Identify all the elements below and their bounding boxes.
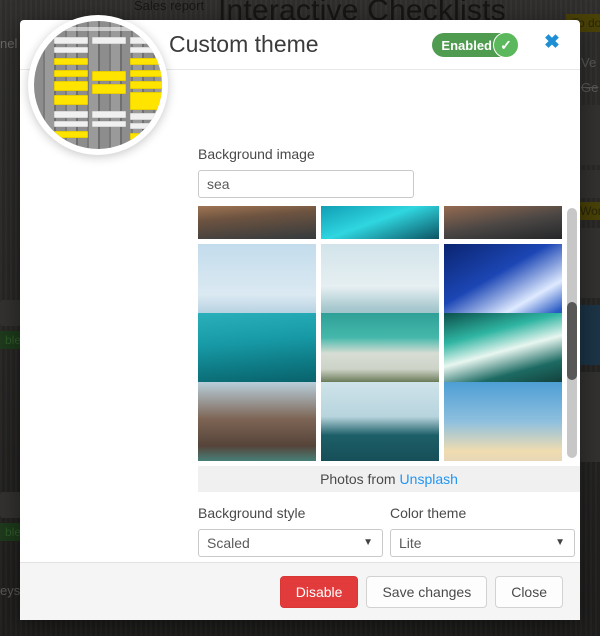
photo-thumb-rocky-shore-aerial[interactable] (444, 206, 562, 239)
color-theme-value: Lite (399, 535, 422, 551)
thumb-card (54, 47, 88, 53)
custom-theme-dialog: Custom theme Enabled ✓ ✖ Background imag… (20, 15, 580, 620)
vertical-scrollbar[interactable] (567, 208, 577, 458)
thumb-card (54, 81, 88, 91)
photo-thumb-teal-waves-rocks-aerial[interactable] (444, 313, 562, 385)
background-text-ve: Ve (581, 55, 597, 70)
background-image-label: Background image (198, 146, 315, 162)
background-label-nel: nel (0, 36, 18, 51)
photo-credit-bar: Photos from Unsplash (198, 466, 580, 492)
photo-thumb-tropical-fish-school[interactable] (198, 313, 316, 385)
chevron-down-icon: ▼ (555, 537, 565, 548)
thumb-card (130, 70, 162, 77)
status-badge-label: Enabled (441, 37, 492, 53)
thumb-card (54, 131, 88, 138)
background-text-eys: eys (0, 583, 21, 598)
background-style-select[interactable]: Scaled ▼ (198, 529, 383, 557)
chevron-down-icon: ▼ (363, 537, 373, 548)
photo-thumb-white-sand-foam-aerial[interactable] (321, 313, 439, 385)
thumb-card (92, 71, 126, 81)
disable-button[interactable]: Disable (279, 575, 359, 608)
color-theme-label: Color theme (390, 505, 467, 521)
dialog-footer: Disable Save changes Close (20, 562, 580, 620)
search-input[interactable] (198, 170, 414, 198)
thumb-card (92, 111, 126, 118)
background-card (578, 372, 600, 462)
photo-results-grid (198, 206, 580, 461)
thumb-card (130, 58, 162, 65)
thumb-card (54, 111, 88, 118)
check-icon: ✓ (493, 32, 519, 58)
thumb-card (130, 47, 162, 53)
background-card (0, 300, 22, 326)
background-text-ge: Ge (581, 80, 599, 95)
color-theme-select[interactable]: Lite ▼ (390, 529, 575, 557)
thumb-card (92, 37, 126, 44)
scrollbar-thumb[interactable] (567, 302, 577, 380)
thumb-card (54, 70, 88, 77)
photo-grid-inner (198, 206, 562, 461)
background-label-sales-report: Sales report (134, 0, 205, 13)
thumb-card (130, 92, 162, 110)
photo-thumb-rocky-cove-turquoise-lagoon[interactable] (198, 382, 316, 461)
thumbnail-board-preview (34, 21, 162, 149)
photo-credit-text: Photos from (320, 471, 396, 487)
unsplash-link[interactable]: Unsplash (400, 471, 458, 487)
thumb-card (130, 37, 162, 44)
thumb-card (130, 113, 162, 120)
thumb-card (54, 95, 88, 105)
thumb-card (54, 121, 88, 127)
background-style-label: Background style (198, 505, 306, 521)
thumb-card (92, 84, 126, 94)
background-card (578, 305, 600, 365)
thumb-card (130, 81, 162, 89)
background-card (578, 105, 600, 165)
photo-thumb-deep-ocean-swell[interactable] (321, 382, 439, 461)
thumb-card (92, 121, 126, 127)
current-theme-thumbnail[interactable] (28, 15, 168, 155)
photo-thumb-beach-sand-aerial[interactable] (198, 206, 316, 239)
save-changes-button[interactable]: Save changes (366, 575, 488, 608)
background-card (578, 228, 600, 298)
thumb-card (54, 37, 88, 44)
photo-thumb-turquoise-surf-aerial[interactable] (321, 206, 439, 239)
background-style-value: Scaled (207, 535, 250, 551)
background-card (578, 170, 600, 198)
page-title: Custom theme (169, 31, 319, 57)
photo-thumb-sunset-beach-reflection[interactable] (444, 382, 562, 461)
thumb-card (130, 133, 162, 140)
thumb-board-header (60, 27, 136, 31)
thumb-card (130, 123, 162, 129)
close-icon[interactable]: ✖ (542, 33, 562, 53)
status-badge[interactable]: Enabled ✓ (432, 32, 519, 58)
close-button[interactable]: Close (495, 575, 563, 608)
thumb-card (54, 58, 88, 65)
background-card (0, 492, 22, 518)
